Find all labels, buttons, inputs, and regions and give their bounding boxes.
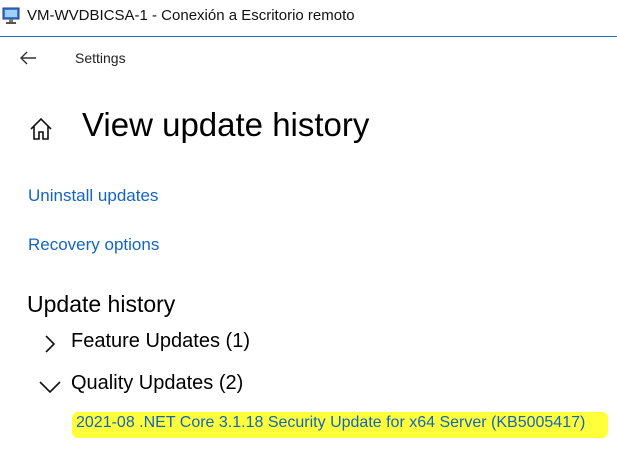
remote-desktop-icon xyxy=(2,7,20,24)
recovery-options-link[interactable]: Recovery options xyxy=(28,235,159,255)
home-icon xyxy=(30,117,52,140)
window-titlebar: VM-WVDBICSA-1 - Conexión a Escritorio re… xyxy=(0,0,617,36)
uninstall-updates-link[interactable]: Uninstall updates xyxy=(28,186,158,206)
chevron-right-icon xyxy=(45,335,56,353)
chevron-down-icon xyxy=(39,381,61,394)
update-history-heading: Update history xyxy=(27,291,176,317)
quality-updates-label: Quality Updates (2) xyxy=(71,372,244,394)
titlebar-divider xyxy=(0,36,617,37)
page-title: View update history xyxy=(82,106,370,143)
settings-breadcrumb: Settings xyxy=(75,50,126,66)
feature-updates-label: Feature Updates (1) xyxy=(71,330,250,352)
back-arrow-icon[interactable] xyxy=(16,47,40,69)
update-item-link[interactable]: 2021-08 .NET Core 3.1.18 Security Update… xyxy=(76,414,585,432)
window-title: VM-WVDBICSA-1 - Conexión a Escritorio re… xyxy=(27,7,355,24)
